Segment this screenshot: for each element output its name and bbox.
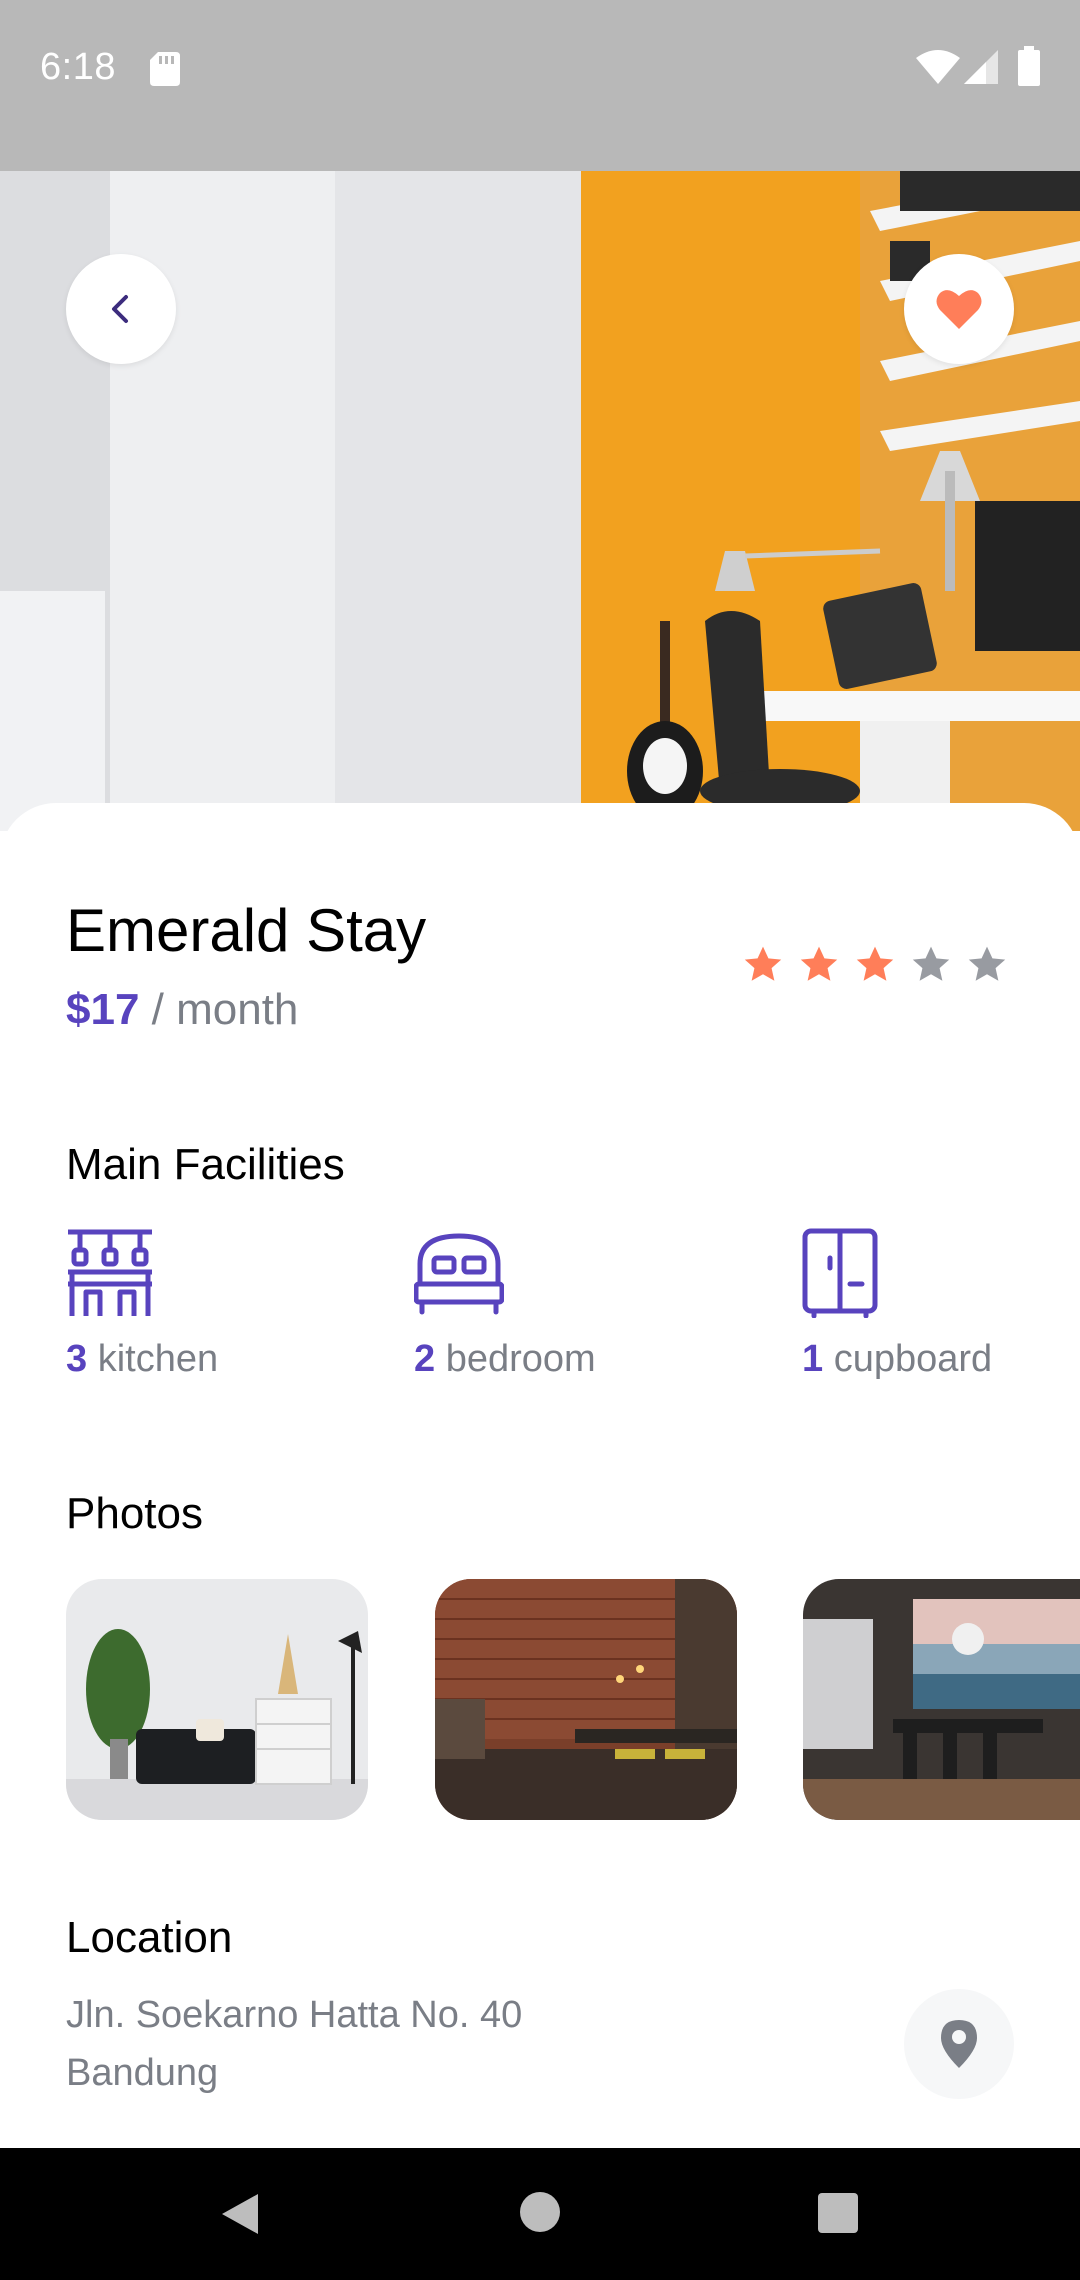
signal-icon: [964, 50, 998, 84]
listing-name: Emerald Stay: [66, 897, 427, 964]
wifi-icon: [916, 50, 960, 84]
price-period: / month: [139, 985, 299, 1034]
star-icon: [912, 946, 950, 981]
facility-kitchen: 3 kitchen: [66, 1228, 218, 1381]
sd-card-icon: [150, 52, 180, 86]
price-value: $17: [66, 985, 140, 1034]
brick-dining-photo[interactable]: [435, 1579, 737, 1820]
address-line-1: Jln. Soekarno Hatta No. 40: [66, 1994, 523, 2036]
star-icon: [800, 946, 838, 981]
sea-view-dining-photo[interactable]: [803, 1579, 1080, 1820]
cupboard-icon: [802, 1228, 878, 1318]
facility-bedroom: 2 bedroom: [414, 1228, 596, 1381]
address-line-2: Bandung: [66, 2052, 219, 2094]
address: Jln. Soekarno Hatta No. 40 Bandung: [66, 1986, 522, 2102]
facilities-title: Main Facilities: [66, 1140, 345, 1189]
location-title: Location: [66, 1913, 233, 1962]
kitchen-icon: [68, 1229, 152, 1316]
heart-icon: [936, 290, 982, 329]
open-map-button[interactable]: [904, 1989, 1014, 2099]
battery-icon: [1018, 46, 1040, 86]
photos-title: Photos: [66, 1489, 203, 1538]
system-nav-bar: [0, 2148, 1080, 2280]
living-room-photo[interactable]: [66, 1579, 368, 1820]
facility-cupboard-label: 1 cupboard: [802, 1338, 993, 1380]
favorite-button[interactable]: [904, 254, 1014, 364]
star-icon: [744, 946, 782, 981]
nav-recents-icon[interactable]: [817, 2192, 859, 2234]
chevron-left-icon: [112, 295, 128, 323]
star-icon: [856, 946, 894, 981]
facility-bedroom-label: 2 bedroom: [414, 1338, 596, 1380]
nav-back-icon[interactable]: [218, 2190, 262, 2238]
map-pin-icon: [941, 2020, 977, 2068]
nav-home-icon[interactable]: [518, 2190, 562, 2234]
price-row: $17 / month: [66, 985, 298, 1035]
status-time: 6:18: [40, 46, 116, 88]
facility-cupboard: 1 cupboard: [802, 1228, 992, 1381]
facility-kitchen-label: 3 kitchen: [66, 1338, 219, 1380]
hero-photo: [0, 171, 1080, 831]
star-icon: [968, 946, 1006, 981]
back-button[interactable]: [66, 254, 176, 364]
bed-icon: [414, 1233, 504, 1315]
status-bar: 6:18: [0, 0, 1080, 171]
star-rating: [742, 944, 1008, 986]
